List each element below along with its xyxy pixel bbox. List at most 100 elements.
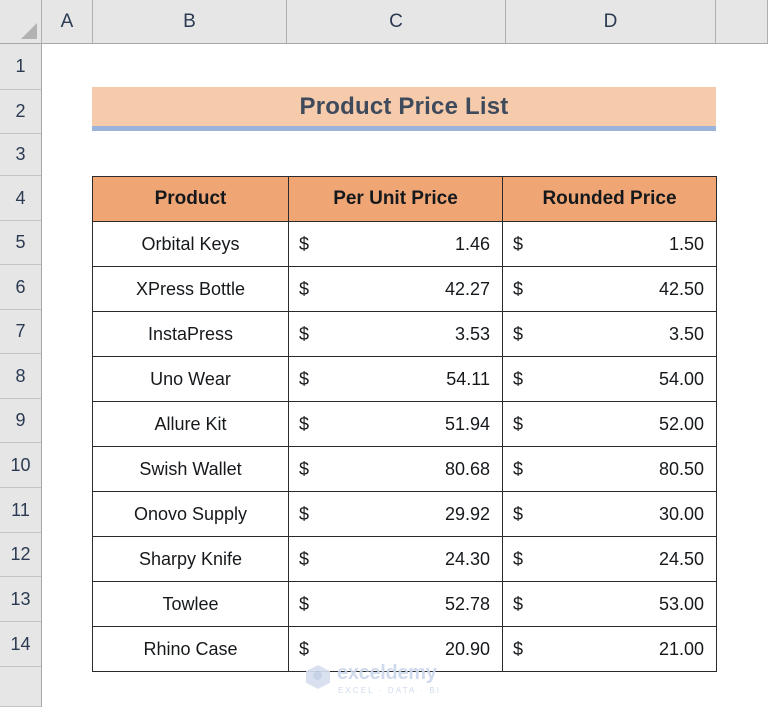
cell-per-unit-price[interactable]: $42.27: [288, 266, 503, 312]
row-header-label: 9: [15, 410, 26, 430]
column-header-b[interactable]: B: [93, 0, 287, 43]
row-header-strip: 1 2 3 4 5 6 7 8 9 10 11 12 13 14: [0, 44, 42, 707]
currency-value: 52.78: [444, 593, 490, 614]
row-header-label: 4: [15, 187, 26, 208]
currency-value: 54.00: [658, 368, 704, 389]
row-header-7[interactable]: 7: [0, 310, 41, 354]
select-all-corner[interactable]: [0, 0, 42, 44]
currency-value: 80.68: [444, 458, 490, 479]
row-header-10[interactable]: 10: [0, 443, 41, 488]
cell-per-unit-price[interactable]: $3.53: [288, 311, 503, 357]
row-header-3[interactable]: 3: [0, 134, 41, 176]
table-row: Swish Wallet $80.68 $80.50: [92, 446, 717, 492]
currency-symbol: $: [299, 278, 310, 299]
table-row: Orbital Keys $1.46 $1.50: [92, 221, 717, 267]
table-row: Rhino Case $20.90 $21.00: [92, 626, 717, 672]
column-header-rounded-price[interactable]: Rounded Price: [502, 176, 717, 222]
currency-symbol: $: [299, 368, 310, 389]
currency-value: 29.92: [444, 503, 490, 524]
currency-value: 53.00: [658, 593, 704, 614]
currency-value: 21.00: [658, 638, 704, 659]
row-header-12[interactable]: 12: [0, 533, 41, 577]
cell-per-unit-price[interactable]: $51.94: [288, 401, 503, 447]
column-header-d[interactable]: D: [506, 0, 716, 43]
cell-product[interactable]: Sharpy Knife: [92, 536, 289, 582]
row-header-8[interactable]: 8: [0, 354, 41, 399]
cell-rounded-price[interactable]: $52.00: [502, 401, 717, 447]
table-row: Allure Kit $51.94 $52.00: [92, 401, 717, 447]
currency-symbol: $: [299, 638, 310, 659]
currency-symbol: $: [299, 458, 310, 479]
cell-rounded-price[interactable]: $54.00: [502, 356, 717, 402]
row-header-1[interactable]: 1: [0, 44, 41, 90]
row-header-label: 6: [15, 276, 26, 297]
cell-rounded-price[interactable]: $42.50: [502, 266, 717, 312]
cell-product[interactable]: Towlee: [92, 581, 289, 627]
cell-per-unit-price[interactable]: $24.30: [288, 536, 503, 582]
cell-per-unit-price[interactable]: $52.78: [288, 581, 503, 627]
row-header-label: 7: [15, 321, 26, 341]
cell-rounded-price[interactable]: $24.50: [502, 536, 717, 582]
row-header-11[interactable]: 11: [0, 488, 41, 533]
cell-product[interactable]: Allure Kit: [92, 401, 289, 447]
cell-product[interactable]: Orbital Keys: [92, 221, 289, 267]
row-header-13[interactable]: 13: [0, 577, 41, 622]
table-row: Sharpy Knife $24.30 $24.50: [92, 536, 717, 582]
currency-symbol: $: [299, 233, 310, 254]
currency-symbol: $: [513, 323, 524, 344]
row-header-2[interactable]: 2: [0, 90, 41, 134]
row-header-9[interactable]: 9: [0, 399, 41, 443]
currency-value: 54.11: [446, 368, 490, 389]
currency-value: 52.00: [658, 413, 704, 434]
currency-symbol: $: [513, 233, 524, 254]
column-header-a[interactable]: A: [42, 0, 93, 43]
cell-per-unit-price[interactable]: $1.46: [288, 221, 503, 267]
currency-value: 30.00: [658, 503, 704, 524]
currency-symbol: $: [299, 503, 310, 524]
currency-symbol: $: [299, 548, 310, 569]
cell-product[interactable]: XPress Bottle: [92, 266, 289, 312]
cell-product[interactable]: Onovo Supply: [92, 491, 289, 537]
cell-per-unit-price[interactable]: $29.92: [288, 491, 503, 537]
column-header-label: D: [603, 10, 618, 32]
currency-value: 80.50: [658, 458, 704, 479]
currency-value: 3.53: [454, 323, 490, 344]
currency-symbol: $: [513, 548, 524, 569]
page-title: Product Price List: [299, 92, 509, 120]
cell-rounded-price[interactable]: $3.50: [502, 311, 717, 357]
currency-value: 42.50: [658, 278, 704, 299]
currency-symbol: $: [513, 278, 524, 299]
currency-symbol: $: [299, 413, 310, 434]
table-header-row: Product Per Unit Price Rounded Price: [92, 176, 717, 222]
cell-rounded-price[interactable]: $30.00: [502, 491, 717, 537]
row-header-4[interactable]: 4: [0, 176, 41, 221]
cell-rounded-price[interactable]: $80.50: [502, 446, 717, 492]
currency-value: 24.50: [658, 548, 704, 569]
column-header-strip: A B C D: [42, 0, 768, 44]
currency-symbol: $: [513, 368, 524, 389]
cell-product[interactable]: Uno Wear: [92, 356, 289, 402]
currency-symbol: $: [299, 323, 310, 344]
product-price-table: Product Per Unit Price Rounded Price Orb…: [92, 176, 717, 672]
row-header-blank[interactable]: [0, 667, 41, 707]
row-header-5[interactable]: 5: [0, 221, 41, 265]
row-header-label: 14: [10, 633, 31, 654]
column-header-label: A: [60, 10, 74, 32]
table-row: Onovo Supply $29.92 $30.00: [92, 491, 717, 537]
cell-per-unit-price[interactable]: $54.11: [288, 356, 503, 402]
row-header-14[interactable]: 14: [0, 622, 41, 667]
column-header-blank[interactable]: [716, 0, 768, 43]
cell-product[interactable]: Swish Wallet: [92, 446, 289, 492]
title-banner-cell[interactable]: Product Price List: [92, 87, 716, 131]
cell-product[interactable]: InstaPress: [92, 311, 289, 357]
cell-per-unit-price[interactable]: $80.68: [288, 446, 503, 492]
cell-rounded-price[interactable]: $1.50: [502, 221, 717, 267]
column-header-per-unit-price[interactable]: Per Unit Price: [288, 176, 503, 222]
cell-rounded-price[interactable]: $21.00: [502, 626, 717, 672]
row-header-6[interactable]: 6: [0, 265, 41, 310]
cell-per-unit-price[interactable]: $20.90: [288, 626, 503, 672]
cell-rounded-price[interactable]: $53.00: [502, 581, 717, 627]
column-header-c[interactable]: C: [287, 0, 506, 43]
column-header-product[interactable]: Product: [92, 176, 289, 222]
cell-product[interactable]: Rhino Case: [92, 626, 289, 672]
